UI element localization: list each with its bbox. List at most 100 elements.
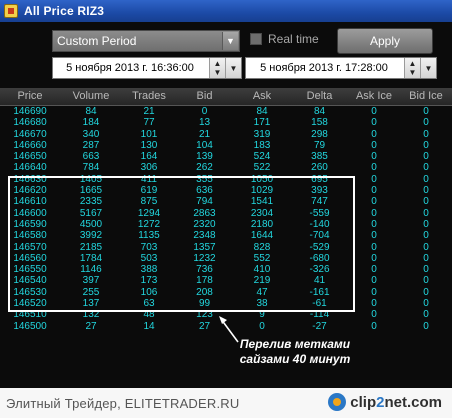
cell-delta: 84 <box>313 106 326 117</box>
cell-volume: 27 <box>85 320 97 332</box>
cell-ask: 2180 <box>250 218 274 230</box>
table-row[interactable]: 146690 84 21 0 84 84 0 0 <box>0 106 452 117</box>
column-header-trades[interactable]: Trades <box>122 88 176 105</box>
cell-delta: 695 <box>311 173 328 185</box>
chevron-down-icon[interactable]: ▼ <box>222 32 238 50</box>
apply-button[interactable]: Apply <box>337 28 433 54</box>
cell-bid: 104 <box>196 139 213 151</box>
cell-price: 146620 <box>13 185 47 197</box>
cell-volume: 132 <box>82 309 100 321</box>
cell-volume: 84 <box>85 106 97 117</box>
cell-ask: 1541 <box>250 196 274 208</box>
cell-bid: 13 <box>198 117 211 129</box>
cell-price: 146520 <box>13 298 47 310</box>
window-title: All Price RIZ3 <box>24 4 105 18</box>
table-row[interactable]: 146560 1784 503 1232 552 -680 0 0 <box>0 253 452 264</box>
table-row[interactable]: 146620 1665 619 636 1029 393 0 0 <box>0 185 452 196</box>
period-dropdown[interactable]: Custom Period ▼ <box>52 30 240 52</box>
table-row[interactable]: 146550 1146 388 736 410 -326 0 0 <box>0 264 452 275</box>
cell-ask: 1050 <box>250 173 274 185</box>
spin-updown-icon[interactable]: ▲ ▼ <box>209 58 225 78</box>
table-row[interactable]: 146520 137 63 99 38 -61 0 0 <box>0 298 452 309</box>
cell-trades: 411 <box>141 173 157 185</box>
table-row[interactable]: 146650 663 164 139 524 385 0 0 <box>0 151 452 162</box>
cell-bid: 208 <box>196 286 213 298</box>
realtime-label: Real time <box>268 32 319 46</box>
table-row[interactable]: 146570 2185 703 1357 828 -529 0 0 <box>0 242 452 253</box>
cell-trades: 703 <box>140 241 158 253</box>
column-header-bid[interactable]: Bid <box>176 88 233 105</box>
column-header-volume[interactable]: Volume <box>60 88 122 105</box>
column-header-price[interactable]: Price <box>0 88 60 105</box>
controls-panel: Custom Period ▼ Real time Apply 5 ноября… <box>0 22 452 84</box>
cell-volume: 397 <box>82 275 100 287</box>
spin-updown-icon[interactable]: ▲ ▼ <box>404 58 420 78</box>
cell-ask: 524 <box>253 151 271 163</box>
cell-bid-ice: 0 <box>423 151 429 163</box>
cell-ask: 2304 <box>250 207 274 219</box>
realtime-checkbox[interactable] <box>250 33 262 45</box>
cell-bid-ice: 0 <box>423 264 429 276</box>
table-row[interactable]: 146630 1405 411 355 1050 695 0 0 <box>0 174 452 185</box>
cell-price: 146510 <box>13 309 47 321</box>
to-datetime-value[interactable]: 5 ноября 2013 г. 17:28:00 <box>246 62 404 74</box>
cell-volume: 1405 <box>79 173 103 185</box>
table-row[interactable]: 146670 340 101 21 319 298 0 0 <box>0 129 452 140</box>
column-header-bid-ice[interactable]: Bid Ice <box>400 88 452 105</box>
table-row[interactable]: 146660 287 130 104 183 79 0 0 <box>0 140 452 151</box>
footer-caption: Элитный Трейдер, ELITETRADER.RU <box>6 395 240 411</box>
calendar-dropdown-icon[interactable]: ▼ <box>420 58 436 78</box>
annotation-text: Перелив метками сайзами 40 минут <box>239 337 351 366</box>
price-table: Price Volume Trades Bid Ask Delta Ask Ic… <box>0 88 452 332</box>
cell-price: 146660 <box>13 139 47 151</box>
cell-price: 146530 <box>13 286 47 298</box>
cell-delta: -680 <box>309 252 330 264</box>
title-bar[interactable]: All Price RIZ3 <box>0 0 452 22</box>
cell-volume: 663 <box>82 151 100 163</box>
to-datetime-picker[interactable]: 5 ноября 2013 г. 17:28:00 ▲ ▼ ▼ <box>245 57 437 79</box>
table-row[interactable]: 146540 397 173 178 219 41 0 0 <box>0 275 452 286</box>
cell-delta: 393 <box>311 185 328 197</box>
cell-ask-ice: 0 <box>371 264 377 276</box>
cell-delta: -704 <box>309 230 330 242</box>
column-header-delta[interactable]: Delta <box>291 88 348 105</box>
column-header-ask[interactable]: Ask <box>233 88 291 105</box>
table-row[interactable]: 146530 255 106 208 47 -161 0 0 <box>0 287 452 298</box>
cell-bid-ice: 0 <box>423 106 429 117</box>
cell-bid: 178 <box>196 275 213 287</box>
from-datetime-value[interactable]: 5 ноября 2013 г. 16:36:00 <box>53 62 209 74</box>
cell-delta: -140 <box>309 218 330 230</box>
table-row[interactable]: 146600 5167 1294 2863 2304 -559 0 0 <box>0 208 452 219</box>
cell-ask-ice: 0 <box>371 151 377 163</box>
table-row[interactable]: 146680 184 77 13 171 158 0 0 <box>0 117 452 128</box>
cell-volume: 2185 <box>79 241 103 253</box>
cell-delta: -161 <box>309 286 330 298</box>
table-row[interactable]: 146640 784 306 262 522 260 0 0 <box>0 162 452 173</box>
period-value: Custom Period <box>57 34 137 48</box>
cell-ask-ice: 0 <box>371 309 377 321</box>
cell-ask: 84 <box>256 106 268 117</box>
cell-ask: 183 <box>253 139 271 151</box>
realtime-toggle[interactable]: Real time <box>250 32 319 46</box>
cell-bid-ice: 0 <box>423 320 429 332</box>
table-row[interactable]: 146610 2335 875 794 1541 747 0 0 <box>0 196 452 207</box>
cell-bid-ice: 0 <box>423 162 429 174</box>
cell-trades: 503 <box>140 252 158 264</box>
cell-bid-ice: 0 <box>423 298 429 310</box>
cell-bid-ice: 0 <box>423 286 429 298</box>
cell-trades: 14 <box>143 320 155 332</box>
cell-bid-ice: 0 <box>423 309 429 321</box>
cell-ask-ice: 0 <box>371 252 377 264</box>
cell-price: 146670 <box>13 128 47 140</box>
cell-bid: 736 <box>196 264 213 276</box>
calendar-dropdown-icon[interactable]: ▼ <box>225 58 241 78</box>
cell-price: 146600 <box>13 207 47 219</box>
column-header-ask-ice[interactable]: Ask Ice <box>348 88 400 105</box>
from-datetime-picker[interactable]: 5 ноября 2013 г. 16:36:00 ▲ ▼ ▼ <box>52 57 242 79</box>
cell-bid-ice: 0 <box>423 218 429 230</box>
cell-bid: 21 <box>198 128 211 140</box>
table-row[interactable]: 146580 3992 1135 2348 1644 -704 0 0 <box>0 230 452 241</box>
cell-volume: 137 <box>82 298 100 310</box>
cell-bid-ice: 0 <box>423 241 429 253</box>
table-row[interactable]: 146590 4500 1272 2320 2180 -140 0 0 <box>0 219 452 230</box>
